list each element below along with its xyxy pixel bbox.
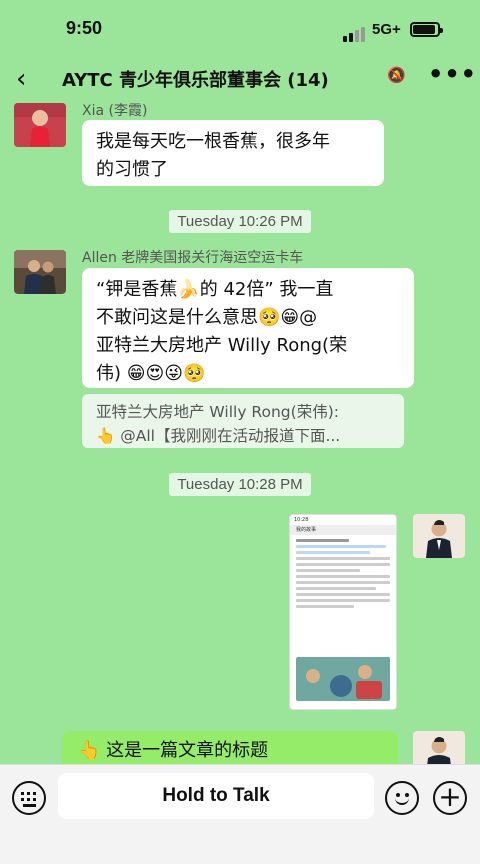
message-text: 伟) 😁😍😜🥺: [96, 363, 206, 384]
article-line: [296, 587, 376, 590]
quoted-message[interactable]: 亚特兰大房地产 Willy Rong(荣伟): 👆 @All【我刚刚在活动报道下…: [82, 394, 404, 448]
article-line: [296, 599, 390, 602]
message-bubble[interactable]: “钾是香蕉🍌的 42倍” 我一直 不敢问这是什么意思🥺😁@ 亚特兰大房地产 Wi…: [82, 268, 414, 388]
avatar-self[interactable]: [413, 514, 465, 558]
back-icon[interactable]: ‹: [16, 64, 26, 94]
article-line: [296, 581, 390, 584]
article-line: [296, 545, 387, 548]
article-photo: [296, 657, 390, 701]
chat-title: AYTC 青少年俱乐部董事会 (14): [62, 70, 329, 91]
chat-header: ‹ AYTC 青少年俱乐部董事会 (14) 🔕 •••: [0, 58, 480, 98]
quote-text: 亚特兰大房地产 Willy Rong(荣伟):: [96, 403, 339, 421]
emoji-icon[interactable]: [385, 781, 419, 815]
article-screenshot[interactable]: 10:28 我的故事: [289, 514, 397, 710]
article-line: [296, 575, 390, 578]
avatar-photo: [14, 103, 66, 147]
message-text: 亚特兰大房地产 Willy Rong(荣: [96, 335, 348, 356]
message-text: 不敢问这是什么意思🥺😁@: [96, 307, 318, 328]
article-line: [296, 569, 360, 572]
more-icon[interactable]: •••: [428, 60, 477, 88]
message-text: 的习惯了: [96, 159, 168, 180]
article-line: [296, 539, 349, 542]
article-header-bar: 我的故事: [290, 525, 396, 535]
article-line: [296, 605, 355, 608]
avatar-xia[interactable]: [14, 103, 66, 147]
signal-icon: [343, 23, 367, 42]
article-title: 我的故事: [296, 527, 317, 533]
plus-icon[interactable]: +: [433, 781, 467, 815]
avatar-allen[interactable]: [14, 250, 66, 294]
message-text: 👆 这是一篇文章的标题: [78, 740, 269, 761]
timestamp: Tuesday 10:28 PM: [0, 473, 480, 496]
network-label: 5G+: [372, 21, 401, 38]
article-line: [296, 563, 390, 566]
message-bubble[interactable]: 我是每天吃一根香蕉，很多年 的习惯了: [82, 120, 384, 186]
article-line: [296, 557, 390, 560]
status-bar: 9:50 5G+: [0, 0, 480, 58]
quote-text: 👆 @All【我刚刚在活动报道下面...: [96, 427, 341, 445]
sender-name: Xia (李霞): [82, 103, 148, 119]
message-text: 我是每天吃一根香蕉，很多年: [96, 131, 330, 152]
hold-to-talk-button[interactable]: Hold to Talk: [58, 773, 374, 819]
article-time: 10:28: [294, 517, 309, 523]
avatar-photo: [14, 250, 66, 294]
timestamp-label: Tuesday 10:26 PM: [169, 210, 311, 233]
keyboard-icon[interactable]: [12, 781, 46, 815]
article-line: [296, 551, 371, 554]
message-text: “钾是香蕉🍌的 42倍” 我一直: [96, 279, 334, 300]
battery-icon: [410, 22, 443, 37]
timestamp: Tuesday 10:26 PM: [0, 210, 480, 233]
timestamp-label: Tuesday 10:28 PM: [169, 473, 311, 496]
sender-name: Allen 老牌美国报关行海运空运卡车: [82, 250, 304, 266]
avatar-photo: [413, 514, 465, 558]
mute-icon: 🔕: [387, 66, 406, 84]
clock: 9:50: [66, 18, 103, 38]
input-bar: Hold to Talk +: [0, 764, 480, 864]
article-line: [296, 593, 390, 596]
